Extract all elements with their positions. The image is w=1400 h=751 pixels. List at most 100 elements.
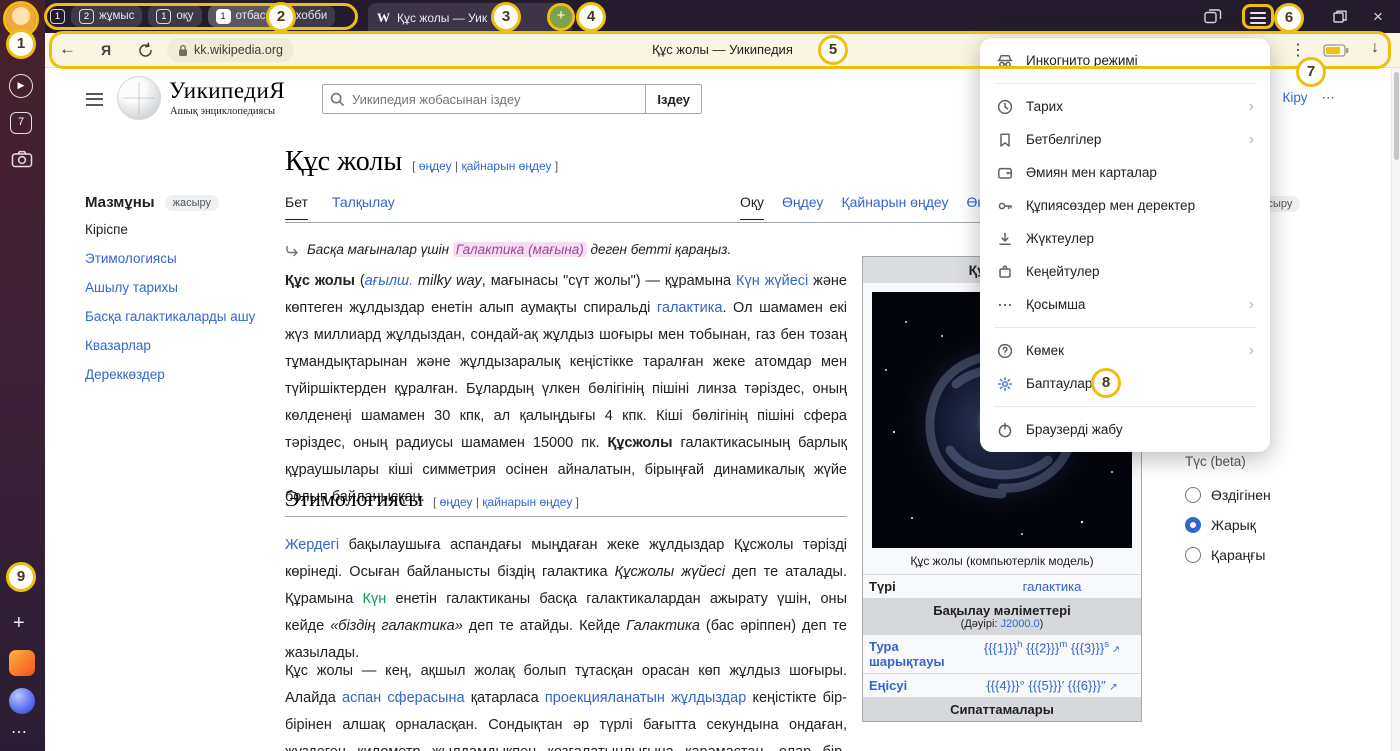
menu-item-bookmarks[interactable]: Бетбелгілер › bbox=[980, 123, 1270, 156]
video-player-icon[interactable]: ▶ bbox=[9, 74, 33, 98]
chevron-right-icon: › bbox=[1249, 343, 1254, 359]
inline-link[interactable]: қайнарын өңдеу bbox=[461, 159, 551, 173]
title-edit-links: [ өңдеу | қайнарын өңдеу ] bbox=[412, 159, 558, 173]
infobox-type-value[interactable]: галактика bbox=[963, 575, 1141, 598]
screenshot-camera-icon[interactable] bbox=[11, 150, 33, 168]
sidebar-add-button[interactable]: + bbox=[13, 612, 25, 635]
wikipedia-logo[interactable] bbox=[117, 76, 161, 120]
inline-link[interactable]: өңдеу bbox=[440, 495, 473, 509]
wikipedia-tagline: Ашық энциклопедиясы bbox=[170, 106, 275, 117]
toc-item-other-galaxies[interactable]: Басқа галактикаларды ашу bbox=[85, 307, 257, 327]
inline-link[interactable]: қайнарын өңдеу bbox=[482, 495, 572, 509]
inline-link[interactable]: проекцияланатын жұлдыздар bbox=[545, 690, 746, 706]
menu-item-incognito[interactable]: Инкогнито режимі bbox=[980, 44, 1270, 77]
wiki-menu-icon[interactable] bbox=[86, 89, 103, 109]
callout-9: 9 bbox=[6, 562, 36, 592]
back-icon[interactable]: ← bbox=[59, 39, 76, 59]
toc-item-discovery[interactable]: Ашылу тарихы bbox=[85, 278, 257, 298]
menu-separator bbox=[994, 327, 1256, 328]
radio-selected-icon[interactable] bbox=[1185, 517, 1201, 533]
reload-icon[interactable] bbox=[137, 42, 154, 59]
yandex-search-icon[interactable]: Я bbox=[101, 42, 111, 58]
sidebar-more-icon[interactable]: ⋯ bbox=[11, 722, 27, 742]
tab-group-study[interactable]: 1 оқу bbox=[148, 5, 201, 27]
infobox-dec-label[interactable]: Еңісуі bbox=[863, 674, 963, 697]
color-option-dark[interactable]: Қараңғы bbox=[1185, 547, 1265, 563]
toc-hide-button[interactable]: жасыру bbox=[165, 195, 219, 211]
radio-icon[interactable] bbox=[1185, 547, 1201, 563]
inline-link[interactable]: өңдеу bbox=[419, 159, 452, 173]
tab-counter-badge[interactable]: 7 bbox=[10, 112, 32, 134]
infobox-characteristics-header: Сипаттамалары bbox=[863, 697, 1141, 721]
inline-link[interactable]: галактика bbox=[657, 300, 723, 316]
download-icon[interactable]: ↓ bbox=[1371, 39, 1379, 57]
tab-edit[interactable]: Өңдеу bbox=[782, 194, 823, 220]
music-app-icon[interactable] bbox=[9, 650, 35, 676]
browser-window: ▶ 7 + ⋯ 1 2 жұмыс 1 оқу 1 bbox=[0, 0, 1400, 751]
address-more-icon[interactable]: ⋮ bbox=[1290, 40, 1306, 60]
menu-item-extensions[interactable]: Кеңейтулер bbox=[980, 255, 1270, 288]
key-icon bbox=[996, 197, 1014, 215]
downloads-icon bbox=[996, 230, 1014, 248]
chevron-right-icon: › bbox=[1249, 132, 1254, 148]
tab-talk[interactable]: Талқылау bbox=[332, 194, 395, 220]
url-chip[interactable]: kk.wikipedia.org bbox=[167, 38, 294, 62]
wiki-search-box[interactable]: Іздеу bbox=[322, 84, 702, 114]
scrollbar[interactable] bbox=[1391, 68, 1400, 751]
tab-group-work[interactable]: 2 жұмыс bbox=[71, 5, 142, 27]
infobox-ra-label[interactable]: Тура шарықтауы bbox=[863, 635, 963, 673]
color-option-auto[interactable]: Өздігінен bbox=[1185, 487, 1271, 503]
active-tab[interactable]: W Құс жолы — Уик × bbox=[368, 3, 572, 33]
search-button[interactable]: Іздеу bbox=[645, 85, 701, 113]
infobox-ra-value[interactable]: {{{1}}}h {{{2}}}m {{{3}}}s ↗ bbox=[963, 635, 1141, 673]
section-heading-row: Этимологиясы [ өңдеу | қайнарын өңдеу ] bbox=[285, 486, 847, 517]
menu-separator bbox=[994, 83, 1256, 84]
tab-group-pinned-count[interactable]: 1 bbox=[50, 9, 65, 24]
tab-article[interactable]: Бет bbox=[285, 194, 308, 220]
menu-item-passwords[interactable]: Құпиясөздер мен деректер bbox=[980, 189, 1270, 222]
callout-3: 3 bbox=[491, 2, 521, 32]
inline-link[interactable]: аспан сферасына bbox=[342, 690, 465, 706]
inline-link[interactable]: Күн жүйесі bbox=[736, 273, 808, 289]
wikipedia-wordmark[interactable]: УикипедиЯ bbox=[169, 78, 285, 104]
menu-item-downloads[interactable]: Жүктеулер bbox=[980, 222, 1270, 255]
tab-panels-icon[interactable] bbox=[1204, 9, 1222, 24]
infobox-dec-value[interactable]: {{{4}}}° {{{5}}}′ {{{6}}}″ ↗ bbox=[963, 674, 1141, 697]
assistant-app-icon[interactable] bbox=[9, 688, 35, 714]
toc-item-quasars[interactable]: Квазарлар bbox=[85, 336, 257, 356]
search-input[interactable] bbox=[352, 92, 645, 107]
wallet-icon bbox=[996, 164, 1014, 182]
menu-item-help[interactable]: Көмек › bbox=[980, 334, 1270, 367]
battery-icon[interactable] bbox=[1323, 44, 1349, 57]
article-paragraph-2: Жердегі бақылаушыға аспандағы мыңдаған ж… bbox=[285, 532, 847, 667]
radio-icon[interactable] bbox=[1185, 487, 1201, 503]
new-tab-button[interactable]: + bbox=[550, 6, 572, 28]
article-title: Құс жолы bbox=[285, 146, 402, 178]
callout-7: 7 bbox=[1296, 57, 1326, 87]
restore-window-icon[interactable] bbox=[1333, 10, 1347, 23]
tab-read[interactable]: Оқу bbox=[740, 194, 764, 220]
callout-8: 8 bbox=[1091, 368, 1121, 398]
scrollbar-thumb[interactable] bbox=[1394, 72, 1399, 160]
login-link[interactable]: Кіру bbox=[1283, 90, 1308, 106]
menu-item-more[interactable]: Қосымша › bbox=[980, 288, 1270, 321]
browser-menu-button[interactable] bbox=[1250, 9, 1266, 27]
menu-separator bbox=[994, 406, 1256, 407]
lock-icon bbox=[178, 44, 188, 57]
tab-edit-source[interactable]: Қайнарын өңдеу bbox=[841, 194, 948, 220]
menu-item-history[interactable]: Тарих › bbox=[980, 90, 1270, 123]
inline-link[interactable]: Жердегі bbox=[285, 537, 339, 553]
color-option-light[interactable]: Жарық bbox=[1185, 517, 1256, 533]
header-more-icon[interactable]: ⋯ bbox=[1321, 90, 1335, 106]
menu-item-settings[interactable]: Баптаулар bbox=[980, 367, 1270, 400]
toc-item-etymology[interactable]: Этимологиясы bbox=[85, 249, 257, 269]
toc-item-references[interactable]: Дереккөздер bbox=[85, 365, 257, 385]
inline-link[interactable]: J2000.0 bbox=[1001, 618, 1040, 630]
inline-link[interactable]: Күн bbox=[363, 591, 387, 607]
close-window-icon[interactable]: × bbox=[1373, 0, 1383, 33]
toc-item-intro[interactable]: Кіріспе bbox=[85, 220, 257, 240]
menu-item-close-browser[interactable]: Браузерді жабу bbox=[980, 413, 1270, 446]
inline-link[interactable]: ағылш. bbox=[365, 273, 413, 289]
menu-item-wallet[interactable]: Әмиян мен карталар bbox=[980, 156, 1270, 189]
inline-link[interactable]: Галактика (мағына) bbox=[453, 242, 587, 257]
